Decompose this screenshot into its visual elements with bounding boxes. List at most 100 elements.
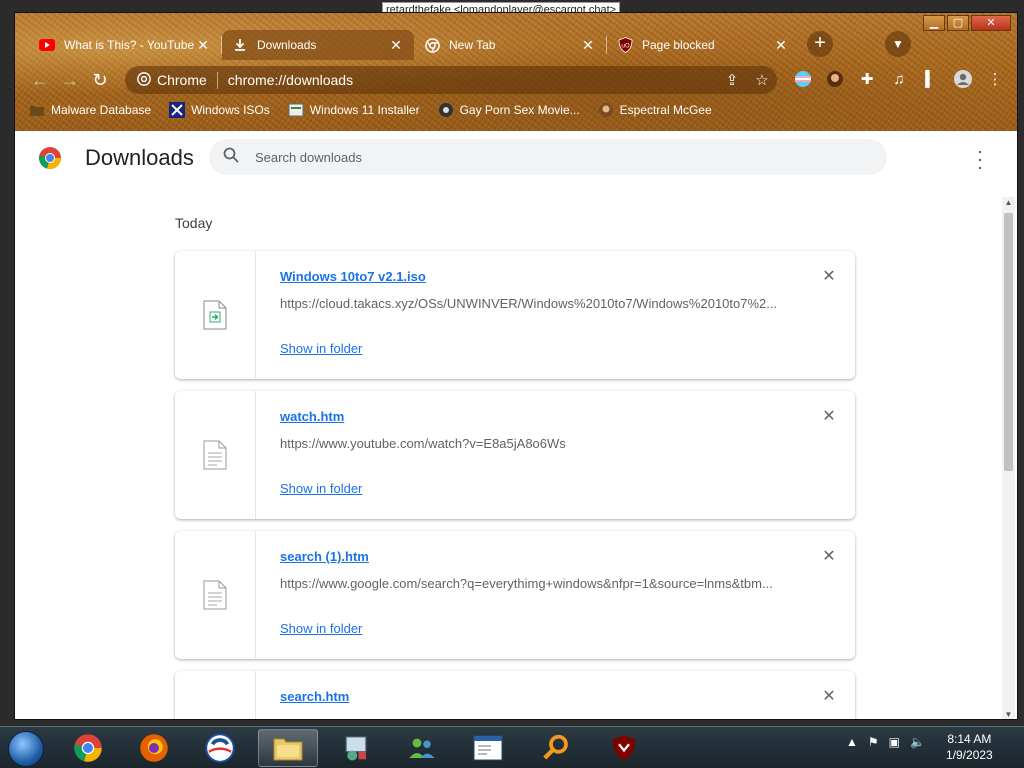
magnifier-icon [543, 734, 568, 760]
iso-file-icon [203, 300, 227, 330]
remove-item-icon[interactable]: ✕ [821, 409, 837, 425]
taskbar-control-panel[interactable] [326, 729, 386, 767]
reload-icon: ↻ [92, 69, 108, 90]
reload-button[interactable]: ↻ [85, 65, 115, 95]
volume-icon[interactable]: 🔈 [910, 735, 925, 749]
remove-item-icon[interactable]: ✕ [821, 269, 837, 285]
taskbar-network[interactable] [392, 729, 452, 767]
tray-expand-icon[interactable]: ▲ [846, 735, 858, 749]
bookmark-label: Espectral McGee [619, 103, 712, 117]
page-header: Downloads ··· [15, 131, 1017, 189]
tab-title: Downloads [257, 38, 317, 52]
vertical-scrollbar[interactable]: ▲ ▼ [1002, 197, 1015, 719]
file-name-link[interactable]: watch.htm [280, 409, 344, 424]
share-icon[interactable]: ⇪ [717, 71, 747, 89]
file-icon-column [175, 251, 256, 379]
bookmarks-bar: Malware Database Windows ISOs Windows 11… [29, 99, 712, 121]
tab-new-tab[interactable]: New Tab ✕ [414, 30, 606, 60]
search-icon [223, 147, 241, 168]
taskbar-ublock[interactable] [594, 729, 654, 767]
site-chip[interactable]: Chrome [137, 71, 218, 89]
minimize-button[interactable]: ▁ [923, 15, 945, 31]
close-tab-icon[interactable]: ✕ [388, 37, 404, 53]
scroll-down-arrow-icon[interactable]: ▼ [1002, 709, 1015, 719]
remove-item-icon[interactable]: ✕ [821, 549, 837, 565]
bookmark-item[interactable]: Gay Porn Sex Movie... [438, 102, 580, 118]
forward-button[interactable]: → [55, 65, 85, 95]
bookmark-item[interactable]: Windows ISOs [169, 102, 270, 118]
tab-youtube[interactable]: What is This? - YouTube ✕ [29, 30, 221, 60]
tab-page-blocked[interactable]: uO Page blocked ✕ [607, 30, 799, 60]
url-text[interactable]: chrome://downloads [228, 72, 717, 88]
chrome-icon [74, 734, 102, 762]
media-controls-icon[interactable]: ♫ [885, 65, 913, 93]
file-url[interactable]: https://www.google.com/search?q=everythi… [280, 576, 780, 591]
clock[interactable]: 8:14 AM 1/9/2023 [946, 731, 993, 763]
folder-bookmark-icon [29, 102, 45, 118]
show-in-folder-link[interactable]: Show in folder [280, 341, 362, 356]
file-url[interactable]: https://www.youtube.com/watch?v=E8a5jA8o… [280, 436, 780, 451]
action-center-flag-icon[interactable]: ⚑ [868, 735, 879, 749]
pride-flag-extension-icon[interactable] [789, 65, 817, 93]
search-input[interactable] [255, 149, 815, 165]
site-chip-label: Chrome [157, 72, 207, 88]
start-button[interactable] [8, 731, 44, 767]
chevron-down-icon: ▼ [892, 37, 904, 51]
avatar-favicon-icon [598, 102, 614, 118]
tab-strip: What is This? - YouTube ✕ Downloads ✕ Ne… [29, 28, 799, 60]
taskbar-firefox[interactable] [124, 729, 184, 767]
file-name-link[interactable]: search.htm [280, 689, 349, 704]
more-actions-menu-icon[interactable]: · · · [975, 142, 985, 176]
tab-search-button[interactable]: ▼ [885, 31, 911, 57]
show-in-folder-link[interactable]: Show in folder [280, 621, 362, 636]
control-panel-icon [345, 736, 367, 761]
document-window-icon [473, 735, 503, 761]
close-tab-icon[interactable]: ✕ [773, 37, 789, 53]
ublock-icon: uO [617, 37, 633, 53]
x-logo-icon [169, 102, 186, 118]
file-name-link[interactable]: search (1).htm [280, 549, 369, 564]
bookmark-label: Malware Database [51, 103, 152, 117]
installer-icon [288, 102, 304, 118]
address-bar[interactable]: Chrome chrome://downloads ⇪ ☆ [125, 66, 777, 94]
firefox-icon [140, 734, 168, 762]
network-status-icon[interactable]: ▣ [889, 735, 900, 749]
profile-icon[interactable] [949, 65, 977, 93]
taskbar-document[interactable] [458, 729, 518, 767]
bookmark-item[interactable]: Malware Database [29, 102, 151, 118]
bookmark-item[interactable]: Espectral McGee [598, 102, 712, 118]
avatar-extension-icon[interactable] [821, 65, 849, 93]
extensions-puzzle-icon[interactable]: ✚ [853, 65, 881, 93]
side-panel-icon[interactable]: ▍ [917, 65, 945, 93]
scrollbar-thumb[interactable] [1004, 213, 1013, 471]
svg-text:uO: uO [621, 43, 630, 50]
scroll-up-arrow-icon[interactable]: ▲ [1002, 197, 1015, 209]
maximize-button[interactable]: ▢ [947, 15, 969, 31]
remove-item-icon[interactable]: ✕ [821, 689, 837, 705]
taskbar-obama-logo[interactable] [190, 729, 250, 767]
tab-title: What is This? - YouTube [64, 38, 195, 52]
file-icon-column [175, 531, 256, 659]
download-item: search.htm ✕ [175, 671, 855, 719]
search-downloads-box[interactable] [209, 139, 887, 175]
close-tab-icon[interactable]: ✕ [580, 37, 596, 53]
menu-kebab-icon[interactable]: ⋮ [981, 65, 1009, 93]
close-tab-icon[interactable]: ✕ [195, 37, 211, 53]
file-name-link[interactable]: Windows 10to7 v2.1.iso [280, 269, 426, 284]
download-item: search (1).htm https://www.google.com/se… [175, 531, 855, 659]
arrow-right-icon: → [61, 69, 79, 90]
network-people-icon [409, 738, 435, 758]
close-window-button[interactable]: ✕ [971, 15, 1011, 31]
taskbar-search-app[interactable] [526, 729, 586, 767]
show-in-folder-link[interactable]: Show in folder [280, 481, 362, 496]
taskbar-chrome[interactable] [58, 729, 118, 767]
file-url[interactable]: https://cloud.takacs.xyz/OSs/UNWINVER/Wi… [280, 296, 780, 311]
chrome-logo-icon [39, 147, 62, 170]
tab-downloads[interactable]: Downloads ✕ [222, 30, 414, 60]
bookmark-item[interactable]: Windows 11 Installer [288, 102, 420, 118]
back-button[interactable]: ← [25, 65, 55, 95]
bookmark-star-icon[interactable]: ☆ [747, 71, 777, 89]
taskbar-file-explorer[interactable] [258, 729, 318, 767]
chrome-icon [137, 71, 151, 89]
new-tab-button[interactable]: + [807, 31, 833, 57]
